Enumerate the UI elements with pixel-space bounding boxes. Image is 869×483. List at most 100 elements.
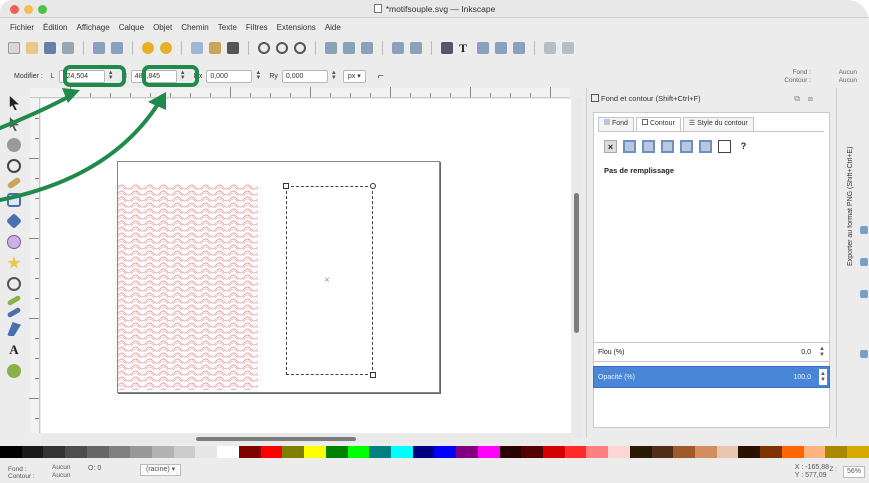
snap-guide-icon[interactable] xyxy=(860,350,868,358)
text-tool-icon[interactable]: A xyxy=(7,343,21,357)
document-icon xyxy=(373,4,382,13)
menu-extensions[interactable]: Extensions xyxy=(277,23,316,32)
spray-tool-icon[interactable] xyxy=(7,364,21,378)
spiral-tool-icon[interactable] xyxy=(7,277,21,291)
dock-header: Fond et contour (Shift+Ctrl+F) ⧉⊠ xyxy=(591,94,831,108)
import-icon[interactable] xyxy=(93,42,105,54)
layer-select[interactable]: (racine) ▾ xyxy=(140,464,182,476)
ry-stepper[interactable]: ▲ ▼ xyxy=(331,70,337,82)
menu-filtres[interactable]: Filtres xyxy=(246,23,268,32)
opacity-field[interactable]: Opacité (%) 100,0 ▲ ▼ xyxy=(593,366,830,388)
mesh-gradient-button[interactable] xyxy=(680,140,693,153)
no-fill-label: Pas de remplissage xyxy=(604,166,675,175)
zoom-selection-icon[interactable] xyxy=(258,42,270,54)
tab-contour[interactable]: Contour xyxy=(635,117,681,131)
opacity-stepper[interactable]: ▲ ▼ xyxy=(819,369,827,385)
blur-field[interactable]: Flou (%) 0,0 ▲ ▼ xyxy=(593,342,830,362)
blur-value[interactable]: 0,0 xyxy=(801,349,811,356)
pencil-tool-icon[interactable] xyxy=(6,294,22,307)
ry-input[interactable]: 0,000 xyxy=(281,69,328,83)
rx-stepper[interactable]: ▲ ▼ xyxy=(255,70,261,82)
status-fill-values[interactable]: Aucun Aucun xyxy=(52,464,70,480)
copy-icon[interactable] xyxy=(191,42,203,54)
calligraphy-tool-icon[interactable] xyxy=(7,322,21,336)
selector-tool-icon[interactable] xyxy=(9,96,19,110)
snap-icon[interactable] xyxy=(860,226,868,234)
menu-chemin[interactable]: Chemin xyxy=(181,23,209,32)
tab-fond[interactable]: Fond xyxy=(598,117,634,131)
preferences-icon[interactable] xyxy=(544,42,556,54)
fill-stroke-indicator-labels: Fond : Contour : xyxy=(784,69,811,84)
unlink-clone-icon[interactable] xyxy=(361,42,373,54)
clone-icon[interactable] xyxy=(343,42,355,54)
zoom-tool-icon[interactable] xyxy=(7,159,21,173)
layers-icon[interactable] xyxy=(477,42,489,54)
resize-handle-bottom-right[interactable] xyxy=(370,372,376,378)
save-icon[interactable] xyxy=(44,42,56,54)
zoom-drawing-icon[interactable] xyxy=(276,42,288,54)
ellipse-tool-icon[interactable] xyxy=(7,235,21,249)
pen-tool-icon[interactable] xyxy=(6,306,22,319)
fill-stroke-indicator-values[interactable]: Aucun Aucun xyxy=(839,69,857,85)
node-tool-icon[interactable] xyxy=(9,117,19,131)
3d-box-tool-icon[interactable] xyxy=(6,213,22,229)
linear-gradient-button[interactable] xyxy=(642,140,655,153)
corner-radius-handle[interactable] xyxy=(370,183,376,189)
redo-icon[interactable] xyxy=(160,42,172,54)
opacity-value[interactable]: 100,0 xyxy=(793,374,811,381)
selected-rectangle[interactable]: × xyxy=(283,183,376,378)
blur-stepper[interactable]: ▲ ▼ xyxy=(819,346,825,358)
print-icon[interactable] xyxy=(62,42,74,54)
menu-fichier[interactable]: Fichier xyxy=(10,23,34,32)
xml-editor-icon[interactable] xyxy=(495,42,507,54)
snap-nodes-icon[interactable] xyxy=(860,258,868,266)
swatch-button[interactable] xyxy=(718,140,731,153)
new-document-icon[interactable] xyxy=(8,42,20,54)
export-png-tab[interactable]: Exporter au format PNG (Shift+Ctrl+E) xyxy=(847,96,861,266)
rx-input[interactable]: 0,000 xyxy=(206,69,253,83)
vertical-scrollbar[interactable] xyxy=(572,98,582,438)
menu-affichage[interactable]: Affichage xyxy=(76,23,109,32)
measure-tool-icon[interactable] xyxy=(6,176,22,190)
zoom-field[interactable]: 56% xyxy=(842,466,865,478)
cut-icon[interactable] xyxy=(209,42,221,54)
menu-texte[interactable]: Texte xyxy=(218,23,237,32)
horizontal-scrollbar[interactable] xyxy=(41,434,571,443)
status-opacity[interactable]: O: 0 xyxy=(88,465,101,472)
tweak-tool-icon[interactable] xyxy=(7,138,21,152)
wave-pattern[interactable] xyxy=(118,184,258,390)
star-tool-icon[interactable] xyxy=(7,256,21,269)
document-properties-icon[interactable] xyxy=(562,42,574,54)
fill-stroke-icon[interactable] xyxy=(441,42,453,54)
zoom-page-icon[interactable] xyxy=(294,42,306,54)
tab-style-contour[interactable]: ☰ Style du contour xyxy=(682,117,754,131)
rectangle-tool-icon[interactable] xyxy=(7,193,21,207)
ungroup-icon[interactable] xyxy=(410,42,422,54)
color-palette[interactable] xyxy=(0,446,869,458)
radial-gradient-button[interactable] xyxy=(661,140,674,153)
paste-icon[interactable] xyxy=(227,42,239,54)
menu-edition[interactable]: Édition xyxy=(43,23,67,32)
menu-calque[interactable]: Calque xyxy=(119,23,144,32)
no-paint-button[interactable]: × xyxy=(604,140,617,153)
text-font-icon[interactable]: T xyxy=(459,42,471,54)
group-icon[interactable] xyxy=(392,42,404,54)
tool-controls-bar: Modifier : L 224,504 ▲ ▼ H 486,845 ▲ ▼ Rx … xyxy=(0,66,869,86)
align-icon[interactable] xyxy=(513,42,525,54)
undo-icon[interactable] xyxy=(142,42,154,54)
menu-objet[interactable]: Objet xyxy=(153,23,172,32)
unit-select[interactable]: px ▾ xyxy=(342,69,366,83)
duplicate-icon[interactable] xyxy=(325,42,337,54)
open-folder-icon[interactable] xyxy=(26,42,38,54)
resize-handle-top-left[interactable] xyxy=(283,183,289,189)
snap-bbox-icon[interactable] xyxy=(860,290,868,298)
export-icon[interactable] xyxy=(111,42,123,54)
pattern-button[interactable] xyxy=(699,140,712,153)
dock-window-buttons[interactable]: ⧉⊠ xyxy=(794,94,821,104)
fill-stroke-tabs: Fond Contour ☰ Style du contour xyxy=(598,117,754,131)
unset-paint-button[interactable]: ? xyxy=(737,140,750,153)
corner-reset-icon[interactable]: ⌐ xyxy=(378,71,384,82)
drawing-canvas[interactable]: × xyxy=(41,99,571,433)
flat-color-button[interactable] xyxy=(623,140,636,153)
menu-aide[interactable]: Aide xyxy=(325,23,341,32)
